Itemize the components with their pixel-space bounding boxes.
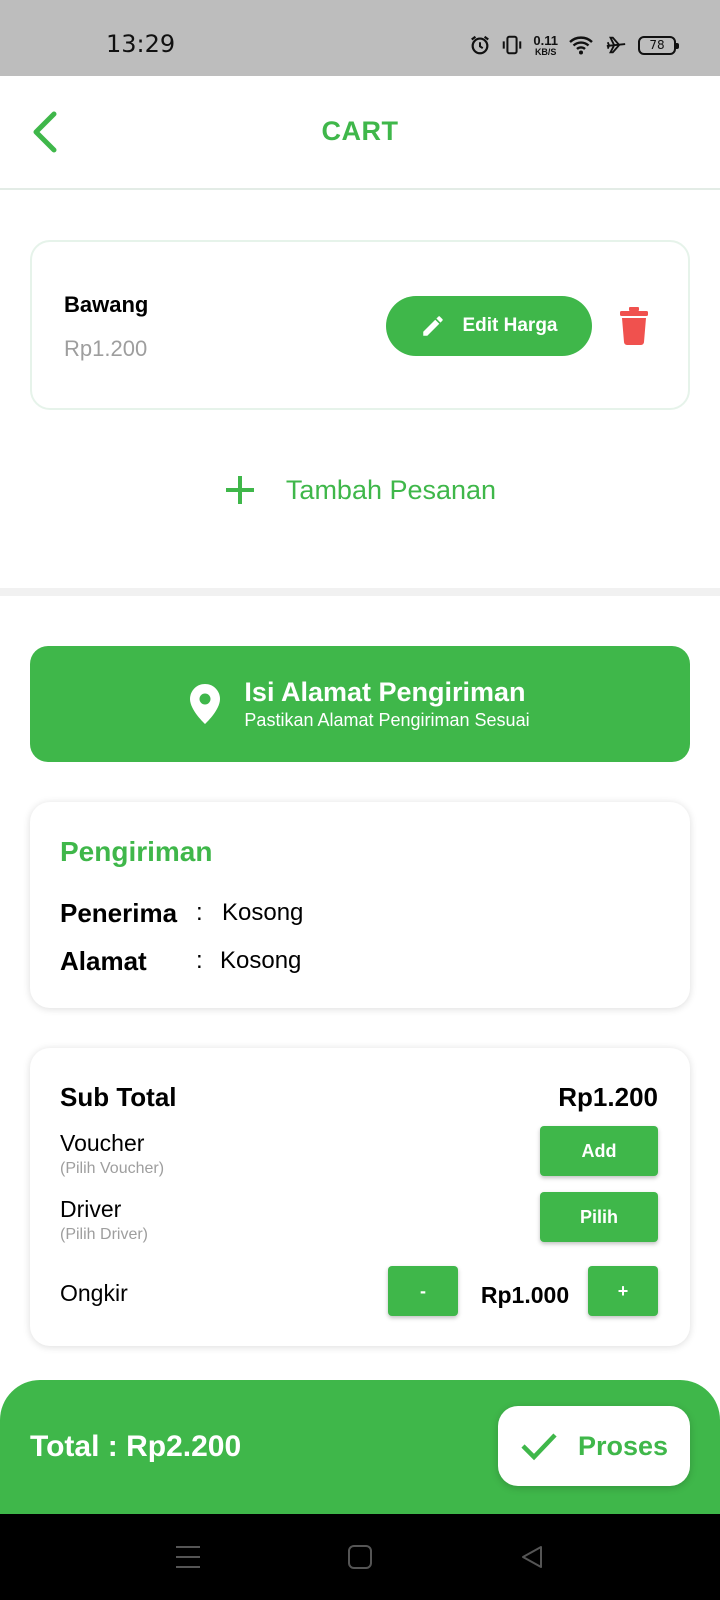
home-square-icon [348,1545,372,1569]
recipient-value: Kosong [222,899,304,926]
total-amount: Total : Rp2.200 [30,1430,242,1463]
process-label: Proses [577,1430,669,1461]
wifi-icon [569,36,593,55]
voucher-hint: (Pilih Voucher) [60,1160,165,1177]
battery-icon: 78 [638,35,679,55]
voucher-label: Voucher [60,1130,145,1156]
edit-price-label: Edit Harga [462,315,558,336]
nav-menu-button[interactable] [168,1540,208,1574]
net-speed-unit: KB/S [534,46,557,57]
recipient-label: Penerima [60,898,178,928]
plus-icon [225,476,254,504]
driver-hint: (Pilih Driver) [60,1226,148,1243]
airplane-icon [606,36,626,54]
menu-icon [176,1546,200,1568]
fill-address-button[interactable]: Isi Alamat Pengiriman Pastikan Alamat Pe… [30,646,690,762]
vibrate-icon [503,35,522,55]
add-order-label: Tambah Pesanan [285,474,497,505]
shipping-title: Pengiriman [60,836,213,867]
status-time: 13:29 [106,30,176,58]
section-divider [0,588,720,596]
delete-button[interactable] [618,306,650,346]
shipping-card: Pengiriman Penerima : Kosong Alamat : Ko… [30,802,690,1008]
add-order-button[interactable]: Tambah Pesanan [30,440,690,540]
fill-address-text: Isi Alamat Pengiriman Pastikan Alamat Pe… [244,677,529,731]
address-label: Alamat [60,946,147,976]
address-value: Kosong [220,947,302,974]
trash-icon [620,307,648,345]
location-pin-icon [190,684,221,724]
app-header: CART [0,76,720,190]
pencil-icon [423,316,444,336]
ongkir-decrease-button[interactable]: - [388,1266,458,1316]
status-icons: 0.11 KB/S 78 [469,30,679,60]
ongkir-label: Ongkir [60,1280,128,1306]
nav-home-button[interactable] [340,1540,380,1574]
net-speed-value: 0.11 [533,32,558,48]
fill-address-title: Isi Alamat Pengiriman [244,677,526,707]
status-bar: 13:29 0.11 KB/S 78 [0,0,720,76]
ongkir-increase-button[interactable]: + [588,1266,658,1316]
check-icon [521,1433,557,1461]
page-title: CART [321,116,399,146]
subtotal-label: Sub Total [60,1082,177,1112]
order-summary-card: Sub Total Rp1.200 Voucher (Pilih Voucher… [30,1048,690,1346]
edit-price-button[interactable]: Edit Harga [386,296,592,356]
address-separator: : [196,947,203,974]
cart-item-card: Bawang Rp1.200 Edit Harga [30,240,690,410]
alarm-icon [471,35,490,55]
system-nav-bar [0,1514,720,1600]
subtotal-value: Rp1.200 [558,1082,658,1112]
nav-back-button[interactable] [512,1540,552,1574]
add-voucher-button[interactable]: Add [540,1126,658,1176]
select-driver-button[interactable]: Pilih [540,1192,658,1242]
checkout-bar: Total : Rp2.200 Proses [0,1380,720,1514]
back-triangle-icon [522,1546,542,1568]
driver-label: Driver [60,1196,122,1222]
item-name: Bawang [64,292,149,317]
recipient-separator: : [196,899,203,926]
item-price: Rp1.200 [64,336,148,361]
process-button[interactable]: Proses [498,1406,690,1486]
ongkir-value: Rp1.000 [480,1282,570,1308]
fill-address-subtitle: Pastikan Alamat Pengiriman Sesuai [244,710,530,730]
net-speed: 0.11 KB/S [533,34,558,57]
